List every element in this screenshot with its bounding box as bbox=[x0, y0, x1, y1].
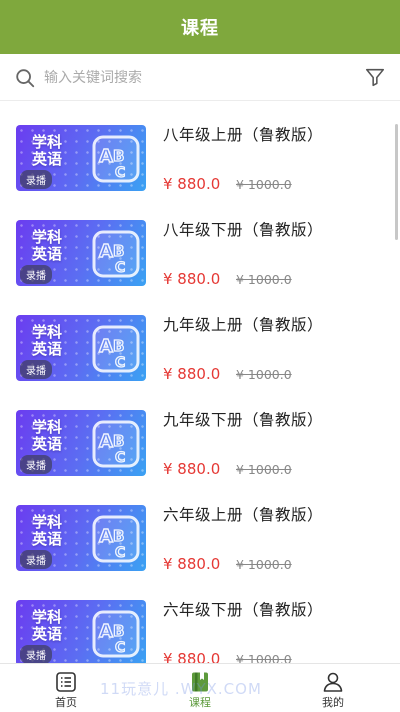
course-title: 六年级下册（鲁教版） bbox=[163, 601, 324, 619]
search-input[interactable] bbox=[42, 64, 346, 92]
course-title: 八年级上册（鲁教版） bbox=[163, 126, 324, 144]
thumbnail-subject: 学科英语 bbox=[32, 513, 63, 548]
course-original-price: ¥ 1000.0 bbox=[236, 177, 292, 192]
user-icon bbox=[323, 672, 343, 692]
svg-text:A: A bbox=[99, 526, 113, 547]
thumbnail-subject: 学科英语 bbox=[32, 418, 63, 453]
svg-text:B: B bbox=[113, 337, 124, 355]
replay-badge: 录播 bbox=[20, 170, 52, 189]
course-thumbnail: 学科英语 A B C 录播 bbox=[16, 125, 146, 191]
course-price: ¥ 880.0 bbox=[163, 365, 221, 383]
page-title: 课程 bbox=[181, 18, 219, 39]
tab-profile[interactable]: 我的 bbox=[293, 664, 373, 712]
svg-text:B: B bbox=[113, 527, 124, 545]
course-price: ¥ 880.0 bbox=[163, 555, 221, 573]
course-original-price: ¥ 1000.0 bbox=[236, 272, 292, 287]
replay-badge: 录播 bbox=[20, 265, 52, 284]
course-item[interactable]: 学科英语 A B C 录播 八年级上册（鲁教版） ¥ 880.0 ¥ 1000.… bbox=[0, 101, 400, 196]
replay-badge: 录播 bbox=[20, 645, 52, 663]
svg-text:B: B bbox=[113, 622, 124, 640]
course-price: ¥ 880.0 bbox=[163, 460, 221, 478]
svg-text:A: A bbox=[99, 146, 113, 167]
svg-text:C: C bbox=[115, 640, 125, 656]
tab-profile-label: 我的 bbox=[322, 696, 344, 709]
watermark: 11玩意儿 .WYX.COM bbox=[100, 680, 262, 698]
course-title: 八年级下册（鲁教版） bbox=[163, 221, 324, 239]
search-bar bbox=[0, 54, 400, 101]
course-original-price: ¥ 1000.0 bbox=[236, 652, 292, 663]
svg-text:A: A bbox=[99, 431, 113, 452]
course-price: ¥ 880.0 bbox=[163, 175, 221, 193]
course-title: 九年级上册（鲁教版） bbox=[163, 316, 324, 334]
course-thumbnail: 学科英语 A B C 录播 bbox=[16, 505, 146, 571]
svg-text:C: C bbox=[115, 545, 125, 561]
thumbnail-subject: 学科英语 bbox=[32, 323, 63, 358]
thumbnail-subject: 学科英语 bbox=[32, 133, 63, 168]
course-thumbnail: 学科英语 A B C 录播 bbox=[16, 220, 146, 286]
course-original-price: ¥ 1000.0 bbox=[236, 462, 292, 477]
svg-text:A: A bbox=[99, 241, 113, 262]
course-item[interactable]: 学科英语 A B C 录播 六年级下册（鲁教版） ¥ 880.0 ¥ 1000.… bbox=[0, 576, 400, 663]
svg-text:A: A bbox=[99, 621, 113, 642]
course-title: 九年级下册（鲁教版） bbox=[163, 411, 324, 429]
course-title: 六年级上册（鲁教版） bbox=[163, 506, 324, 524]
abc-icon: A B C bbox=[92, 515, 140, 563]
svg-text:B: B bbox=[113, 147, 124, 165]
svg-text:C: C bbox=[115, 355, 125, 371]
search-icon bbox=[16, 69, 35, 88]
svg-text:C: C bbox=[115, 165, 125, 181]
tab-home[interactable]: 首页 bbox=[26, 664, 106, 712]
home-list-icon bbox=[56, 672, 76, 692]
svg-text:C: C bbox=[115, 450, 125, 466]
tab-home-label: 首页 bbox=[55, 696, 77, 709]
scrollbar-thumb[interactable] bbox=[395, 124, 398, 240]
course-list[interactable]: 学科英语 A B C 录播 八年级上册（鲁教版） ¥ 880.0 ¥ 1000.… bbox=[0, 101, 400, 663]
svg-text:A: A bbox=[99, 336, 113, 357]
course-item[interactable]: 学科英语 A B C 录播 八年级下册（鲁教版） ¥ 880.0 ¥ 1000.… bbox=[0, 196, 400, 291]
replay-badge: 录播 bbox=[20, 360, 52, 379]
abc-icon: A B C bbox=[92, 610, 140, 658]
course-thumbnail: 学科英语 A B C 录播 bbox=[16, 410, 146, 476]
svg-text:B: B bbox=[113, 242, 124, 260]
course-original-price: ¥ 1000.0 bbox=[236, 557, 292, 572]
abc-icon: A B C bbox=[92, 135, 140, 183]
filter-icon[interactable] bbox=[364, 66, 386, 88]
abc-icon: A B C bbox=[92, 325, 140, 373]
replay-badge: 录播 bbox=[20, 550, 52, 569]
thumbnail-subject: 学科英语 bbox=[32, 608, 63, 643]
course-original-price: ¥ 1000.0 bbox=[236, 367, 292, 382]
svg-text:C: C bbox=[115, 260, 125, 276]
course-thumbnail: 学科英语 A B C 录播 bbox=[16, 315, 146, 381]
abc-icon: A B C bbox=[92, 420, 140, 468]
course-price: ¥ 880.0 bbox=[163, 650, 221, 663]
page-header: 课程 bbox=[0, 0, 400, 54]
course-price: ¥ 880.0 bbox=[163, 270, 221, 288]
course-item[interactable]: 学科英语 A B C 录播 九年级下册（鲁教版） ¥ 880.0 ¥ 1000.… bbox=[0, 386, 400, 481]
replay-badge: 录播 bbox=[20, 455, 52, 474]
course-thumbnail: 学科英语 A B C 录播 bbox=[16, 600, 146, 663]
abc-icon: A B C bbox=[92, 230, 140, 278]
svg-text:B: B bbox=[113, 432, 124, 450]
course-item[interactable]: 学科英语 A B C 录播 九年级上册（鲁教版） ¥ 880.0 ¥ 1000.… bbox=[0, 291, 400, 386]
thumbnail-subject: 学科英语 bbox=[32, 228, 63, 263]
course-item[interactable]: 学科英语 A B C 录播 六年级上册（鲁教版） ¥ 880.0 ¥ 1000.… bbox=[0, 481, 400, 576]
